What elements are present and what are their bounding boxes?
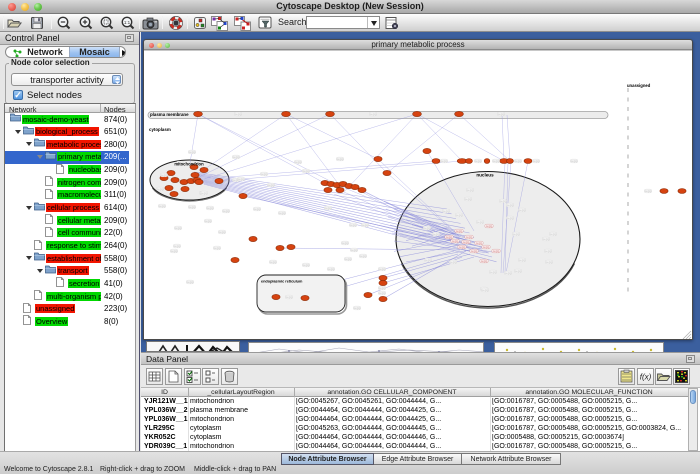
svg-text:nn(n): nn(n) bbox=[261, 172, 268, 176]
svg-text:nn(n): nn(n) bbox=[463, 240, 470, 244]
svg-text:1:1: 1:1 bbox=[124, 20, 131, 25]
svg-text:nn(n): nn(n) bbox=[505, 271, 512, 275]
svg-text:nn(n): nn(n) bbox=[452, 239, 459, 243]
svg-text:nn(n): nn(n) bbox=[450, 260, 457, 264]
svg-text:nn(n): nn(n) bbox=[370, 112, 377, 116]
svg-text:nn(n): nn(n) bbox=[471, 249, 478, 253]
svg-text:nn(n): nn(n) bbox=[515, 159, 522, 163]
svg-text:plasma membrane: plasma membrane bbox=[150, 112, 189, 117]
svg-text:nn(n): nn(n) bbox=[171, 249, 178, 253]
svg-text:nn(n): nn(n) bbox=[475, 159, 482, 163]
svg-text:nn(n): nn(n) bbox=[379, 286, 386, 290]
svg-text:nn(n): nn(n) bbox=[483, 245, 490, 249]
svg-text:nn(n): nn(n) bbox=[550, 232, 557, 236]
svg-text:nn(n): nn(n) bbox=[157, 187, 164, 191]
svg-text:nn(n): nn(n) bbox=[482, 288, 489, 292]
svg-text:nn(n): nn(n) bbox=[466, 235, 473, 239]
svg-text:nucleus: nucleus bbox=[476, 173, 494, 178]
svg-text:nn(n): nn(n) bbox=[345, 257, 352, 261]
svg-text:nn(n): nn(n) bbox=[354, 306, 361, 310]
svg-text:nn(n): nn(n) bbox=[477, 220, 484, 224]
svg-text:nn(n): nn(n) bbox=[424, 226, 431, 230]
svg-text:nn(n): nn(n) bbox=[507, 216, 514, 220]
svg-text:nn(n): nn(n) bbox=[486, 224, 493, 228]
svg-text:nn(n): nn(n) bbox=[456, 229, 463, 233]
svg-text:nn(n): nn(n) bbox=[545, 249, 552, 253]
svg-text:nn(n): nn(n) bbox=[498, 112, 505, 116]
svg-text:nn(n): nn(n) bbox=[337, 157, 344, 161]
svg-text:nn(n): nn(n) bbox=[507, 203, 514, 207]
svg-text:nn(n): nn(n) bbox=[533, 159, 540, 163]
svg-text:nn(n): nn(n) bbox=[189, 205, 196, 209]
svg-text:nn(n): nn(n) bbox=[546, 260, 553, 264]
svg-text:nn(n): nn(n) bbox=[303, 263, 310, 267]
svg-text:nn(n): nn(n) bbox=[351, 248, 358, 252]
svg-text:nn(n): nn(n) bbox=[268, 183, 275, 187]
svg-text:nn(n): nn(n) bbox=[295, 160, 302, 164]
svg-text:nn(n): nn(n) bbox=[207, 206, 214, 210]
svg-text:endoplasmic reticulum: endoplasmic reticulum bbox=[261, 280, 303, 284]
svg-text:nn(n): nn(n) bbox=[493, 159, 500, 163]
svg-text:nn(n): nn(n) bbox=[279, 211, 286, 215]
svg-text:nn(n): nn(n) bbox=[187, 280, 194, 284]
svg-text:nn(n): nn(n) bbox=[342, 241, 349, 245]
svg-text:nn(n): nn(n) bbox=[219, 230, 226, 234]
svg-text:nn(n): nn(n) bbox=[325, 206, 332, 210]
svg-text:nn(n): nn(n) bbox=[350, 223, 357, 227]
svg-text:nn(n): nn(n) bbox=[493, 249, 500, 253]
svg-text:nn(n): nn(n) bbox=[223, 209, 230, 213]
svg-text:nn(n): nn(n) bbox=[303, 169, 310, 173]
svg-text:nn(n): nn(n) bbox=[205, 219, 212, 223]
svg-text:nn(n): nn(n) bbox=[467, 188, 474, 192]
svg-text:nn(n): nn(n) bbox=[360, 254, 367, 258]
svg-text:mitochondrion: mitochondrion bbox=[174, 162, 204, 167]
svg-text:nn(n): nn(n) bbox=[238, 177, 245, 181]
svg-text:nn(n): nn(n) bbox=[254, 207, 261, 211]
svg-text:nn(n): nn(n) bbox=[456, 213, 463, 217]
svg-text:nn(n): nn(n) bbox=[201, 191, 208, 195]
svg-text:f(x): f(x) bbox=[640, 373, 652, 382]
svg-text:nn(n): nn(n) bbox=[490, 270, 497, 274]
svg-text:nn(n): nn(n) bbox=[571, 159, 578, 163]
svg-text:nn(n): nn(n) bbox=[159, 204, 166, 208]
svg-text:nn(n): nn(n) bbox=[379, 267, 386, 271]
svg-text:nn(n): nn(n) bbox=[481, 259, 488, 263]
svg-text:nn(n): nn(n) bbox=[233, 155, 240, 159]
svg-text:nn(n): nn(n) bbox=[446, 235, 453, 239]
svg-text:nn(n): nn(n) bbox=[189, 150, 196, 154]
svg-text:nn(n): nn(n) bbox=[476, 241, 483, 245]
svg-text:cytoplasm: cytoplasm bbox=[149, 127, 171, 132]
svg-text:nn(n): nn(n) bbox=[174, 244, 181, 248]
svg-text:nn(n): nn(n) bbox=[519, 208, 526, 212]
svg-text:nn(n): nn(n) bbox=[175, 226, 182, 230]
svg-text:nn(n): nn(n) bbox=[443, 209, 450, 213]
svg-text:nn(n): nn(n) bbox=[441, 159, 448, 163]
svg-text:nn(n): nn(n) bbox=[328, 267, 335, 271]
svg-text:nn(n): nn(n) bbox=[645, 189, 652, 193]
svg-text:nn(n): nn(n) bbox=[161, 173, 168, 177]
svg-text:nn(n): nn(n) bbox=[379, 291, 386, 295]
svg-text:nn(n): nn(n) bbox=[362, 223, 369, 227]
svg-text:nn(n): nn(n) bbox=[543, 237, 550, 241]
svg-text:nn(n): nn(n) bbox=[515, 269, 522, 273]
svg-text:nn(n): nn(n) bbox=[286, 295, 293, 299]
svg-text:unassigned: unassigned bbox=[627, 83, 651, 88]
svg-text:nn(n): nn(n) bbox=[519, 258, 526, 262]
svg-text:nn(n): nn(n) bbox=[459, 245, 466, 249]
svg-text:nn(n): nn(n) bbox=[235, 112, 242, 116]
svg-text:nn(n): nn(n) bbox=[270, 260, 277, 264]
svg-text:nn(n): nn(n) bbox=[425, 258, 432, 262]
svg-text:nn(n): nn(n) bbox=[433, 232, 440, 236]
svg-text:nn(n): nn(n) bbox=[214, 246, 221, 250]
svg-text:nn(n): nn(n) bbox=[465, 197, 472, 201]
svg-text:nn(n): nn(n) bbox=[500, 199, 507, 203]
svg-text:nn(n): nn(n) bbox=[513, 232, 520, 236]
